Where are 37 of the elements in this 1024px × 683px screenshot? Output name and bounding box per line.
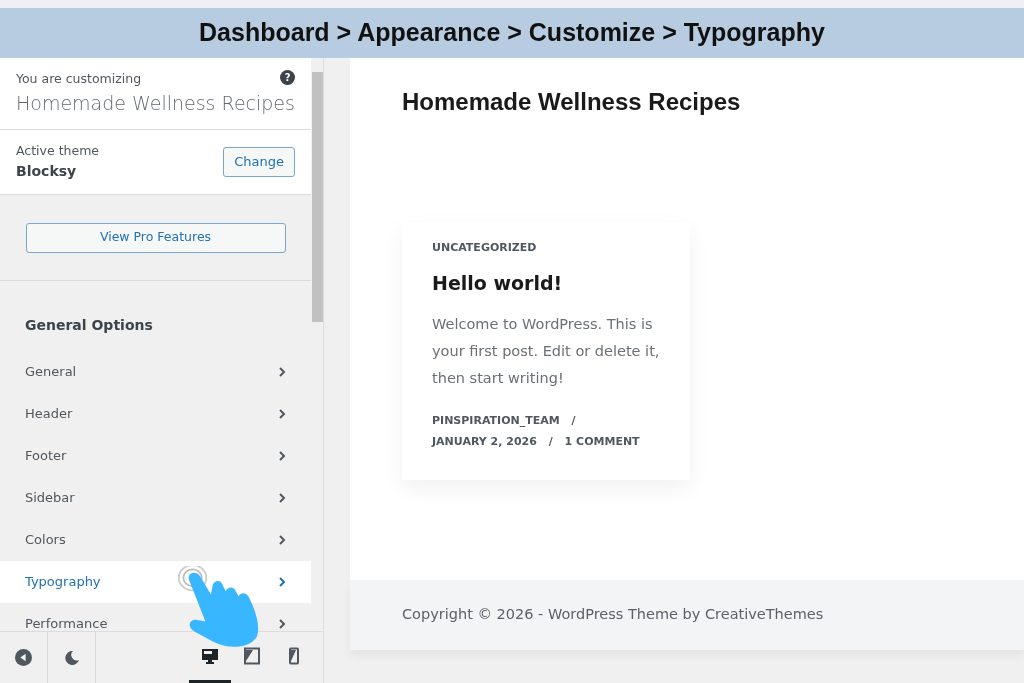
view-pro-features-button[interactable]: View Pro Features: [25, 222, 286, 253]
theme-name: Blocksy: [16, 161, 78, 181]
chevron-right-icon: [278, 619, 287, 629]
meta-separator: /: [548, 435, 553, 448]
menu-item[interactable]: General: [0, 351, 312, 393]
preview-site-title: Homemade Wellness Recipes: [402, 87, 742, 117]
site-title: Homemade Wellness Recipes: [16, 90, 296, 116]
chevron-right-icon: [278, 493, 287, 503]
post-author[interactable]: PINSPIRATION_TEAM: [432, 414, 560, 427]
menu-item[interactable]: Sidebar: [0, 477, 312, 519]
moon-icon[interactable]: [63, 649, 80, 666]
chevron-right-icon: [278, 577, 287, 587]
post-date[interactable]: JANUARY 2, 2026: [432, 435, 537, 448]
chevron-right-icon: [278, 367, 287, 377]
menu-item[interactable]: Header: [0, 393, 312, 435]
chevron-right-icon: [278, 409, 287, 419]
section-heading: General Options: [25, 317, 153, 333]
chevron-right-icon: [278, 535, 287, 545]
post-category[interactable]: UNCATEGORIZED: [432, 240, 660, 257]
post-excerpt: Welcome to WordPress. This is your first post. Edit or delete it, then start writing!: [432, 315, 660, 388]
theme-label: Active theme: [16, 142, 100, 161]
back-icon[interactable]: [15, 649, 32, 666]
menu-item[interactable]: Typography: [0, 561, 312, 603]
menu-item[interactable]: Footer: [0, 435, 312, 477]
menu-item[interactable]: Colors: [0, 519, 312, 561]
footer-copyright: Copyright © 2026 - WordPress Theme by CreativeThemes: [402, 605, 824, 625]
tablet-icon: [243, 647, 261, 665]
desktop-icon: [201, 647, 219, 665]
chevron-right-icon: [278, 451, 287, 461]
menu-item[interactable]: Performance: [0, 603, 312, 631]
post-comments[interactable]: 1 COMMENT: [564, 435, 640, 448]
post-title[interactable]: Hello world!: [432, 268, 660, 297]
help-icon[interactable]: ?: [280, 70, 296, 85]
customizing-label: You are customizing: [16, 70, 142, 88]
change-theme-button[interactable]: Change: [223, 147, 296, 177]
breadcrumb-title: Dashboard > Appearance > Customize > Typography: [199, 17, 825, 49]
meta-separator: /: [571, 414, 576, 427]
